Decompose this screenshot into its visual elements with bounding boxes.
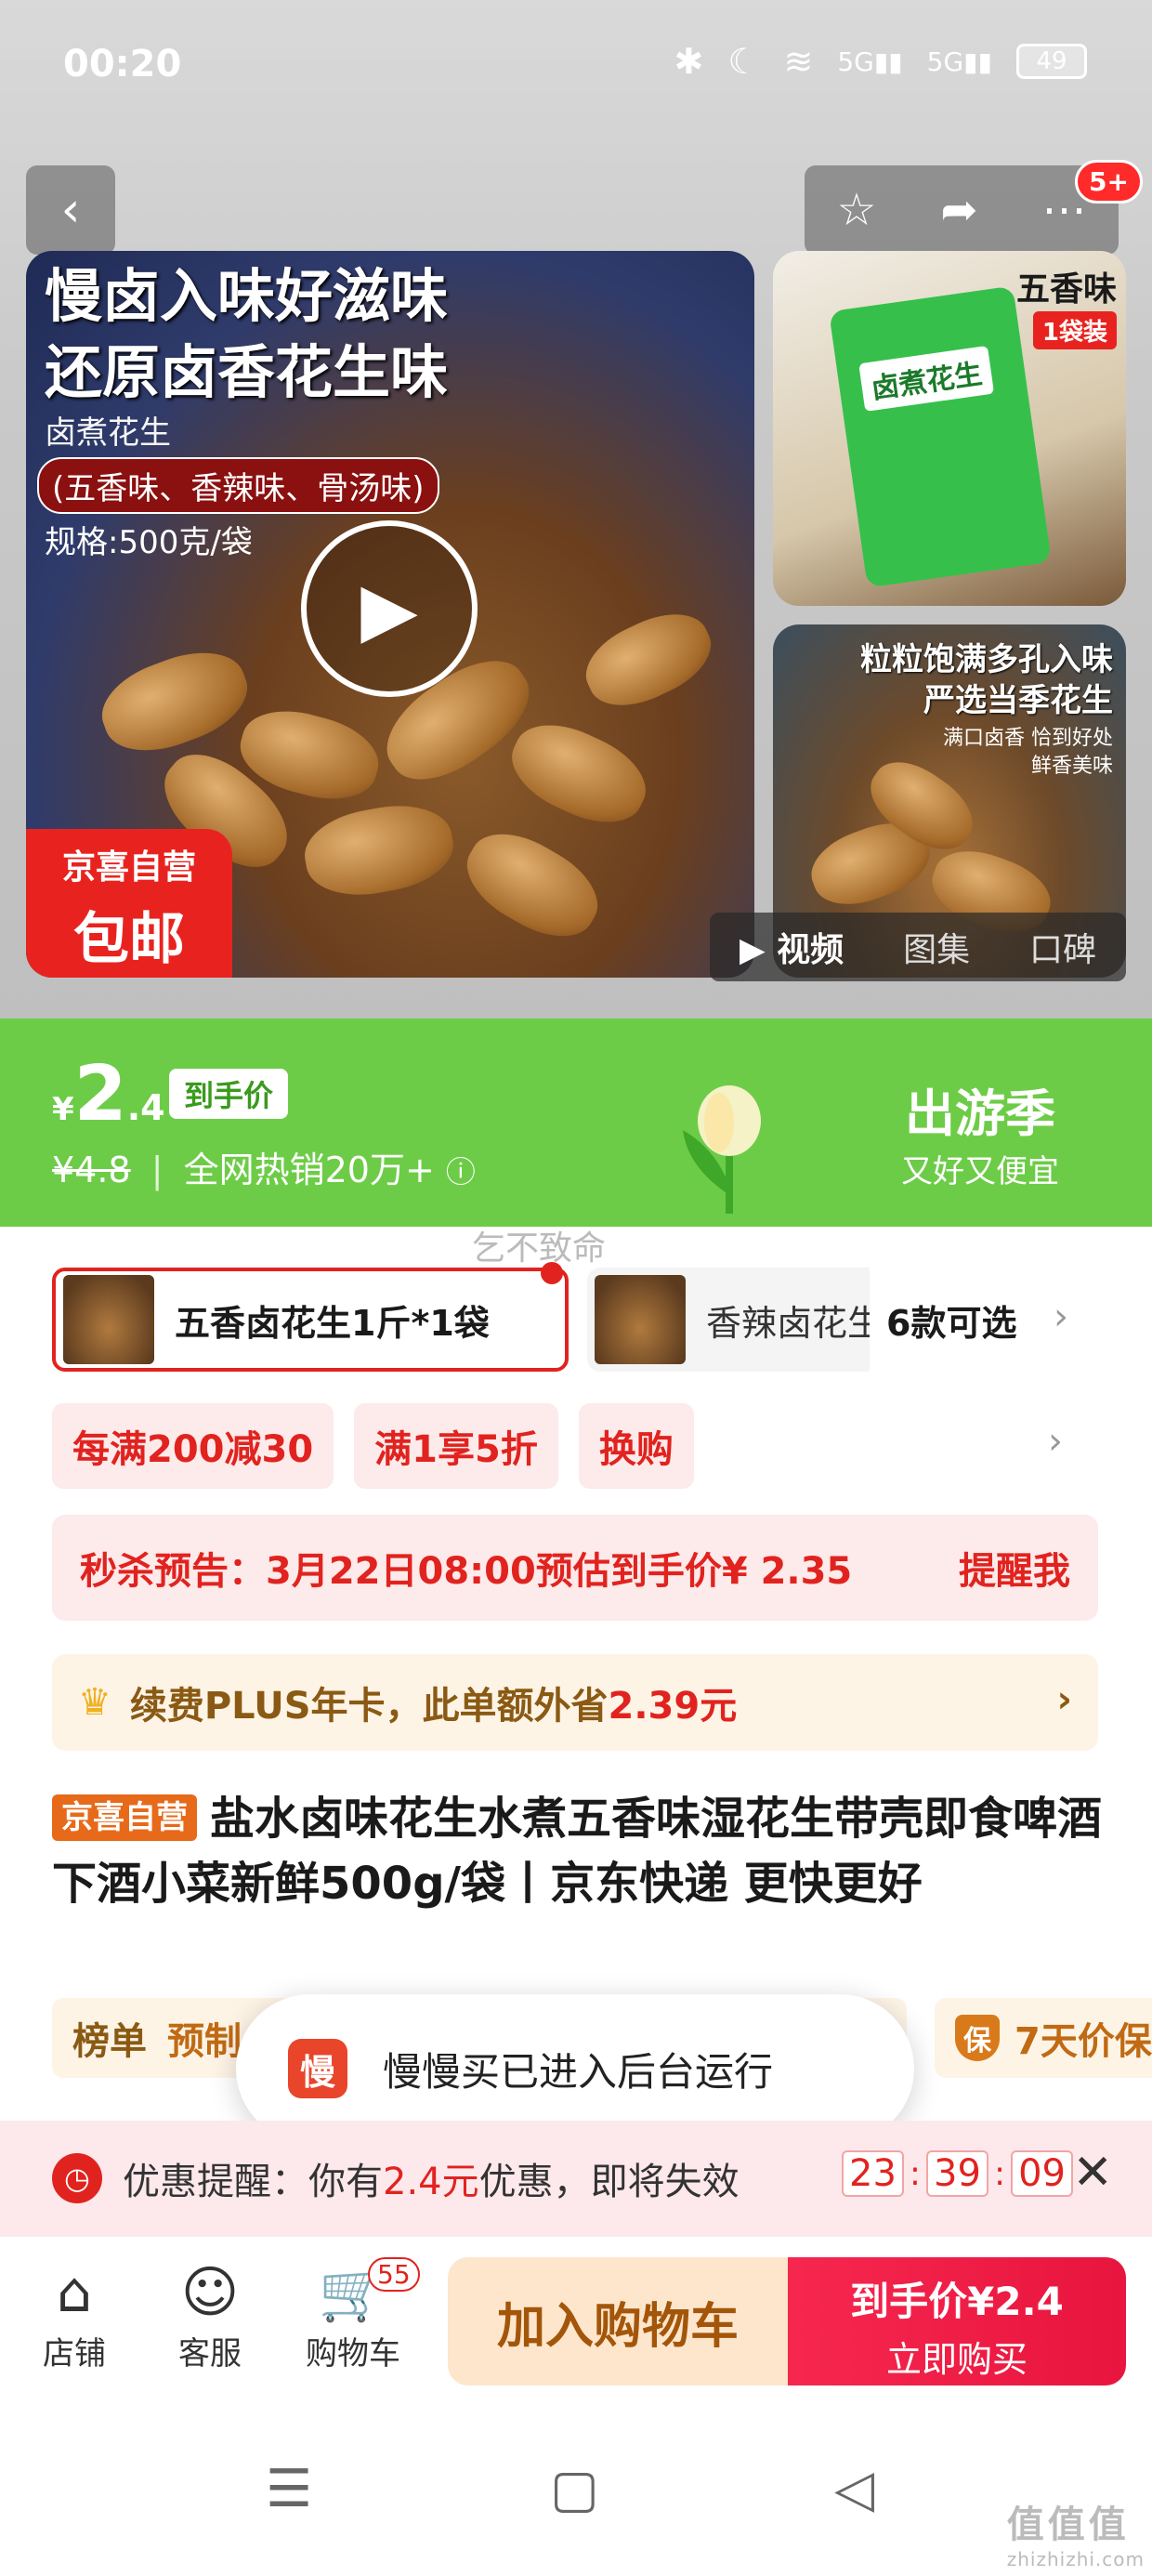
- seckill-preview: 秒杀预告：3月22日08:00预估到手价¥ 2.35 提醒我: [52, 1515, 1098, 1621]
- self-operated-tag: 京喜自营: [52, 1794, 197, 1841]
- share-icon[interactable]: ➦: [940, 184, 977, 236]
- promo-tag: 换购: [578, 1403, 694, 1489]
- shield-icon: 保: [955, 2015, 1000, 2061]
- season-promo[interactable]: 出游季 又好又便宜: [901, 1072, 1059, 1191]
- price-banner: ¥2.4 到手价 ¥4.8 | 全网热销20万+ ⓘ 出游季 又好又便宜: [0, 1019, 1152, 1227]
- sales-count: 全网热销20万+: [183, 1150, 435, 1190]
- media-tabs: ▶ 视频 图集 口碑: [710, 913, 1126, 981]
- buy-now-button[interactable]: 到手价¥2.4 立即购买: [788, 2257, 1126, 2385]
- product-title: 京喜自营 盐水卤味花生水煮五香味湿花生带壳即食啤酒下酒小菜新鲜500g/袋丨京东快…: [52, 1793, 1103, 1910]
- add-to-cart-button[interactable]: 加入购物车: [448, 2257, 788, 2385]
- bluetooth-icon: ✱: [674, 41, 704, 82]
- chevron-right-icon[interactable]: ›: [1048, 1420, 1063, 1463]
- chevron-right-icon: ›: [1054, 1295, 1068, 1338]
- tulip-decoration: [683, 1085, 761, 1214]
- message-badge: 5+: [1075, 160, 1143, 204]
- more-specs-button[interactable]: 6款可选: [870, 1268, 1017, 1372]
- status-time: 00:20: [63, 43, 182, 85]
- jx-free-shipping-badge: 京喜自营 包邮: [26, 829, 232, 978]
- thumbnail-2-line3: 满口卤香 恰到好处 鲜香美味: [943, 727, 1113, 778]
- close-icon[interactable]: ✕: [1072, 2145, 1113, 2201]
- main-product-image[interactable]: 慢卤入味好滋味 还原卤香花生味 卤煮花生 (五香味、香辣味、骨汤味) 规格:50…: [26, 251, 754, 978]
- peanut-graphic: [573, 598, 724, 721]
- tab-video[interactable]: ▶ 视频: [740, 923, 844, 971]
- thumbnail-2-line1: 粒粒饱满多孔入味: [860, 641, 1113, 678]
- cart-count-badge: 55: [368, 2257, 420, 2292]
- coupon-reminder[interactable]: ◷ 优惠提醒：你有 2.4元 优惠，即将失效 23: 39: 09 ✕: [0, 2121, 1152, 2236]
- spec-option[interactable]: 香辣卤花生: [587, 1268, 899, 1372]
- spec-option-selected[interactable]: 五香卤花生1斤*1袋: [52, 1262, 569, 1372]
- remind-me-button[interactable]: 提醒我: [959, 1541, 1070, 1595]
- thumbnail-1[interactable]: 卤煮花生 五香味 1袋装: [773, 251, 1126, 606]
- system-navigation-bar: ☰ ▢ ◁ 值值值 zhizhizhi.com: [0, 2401, 1152, 2576]
- play-icon: ▶: [360, 565, 418, 652]
- promo-tag: 满1享5折: [354, 1403, 558, 1489]
- chevron-left-icon: ‹: [60, 182, 81, 238]
- price-protection-tag[interactable]: 保 7天价保: [935, 1998, 1152, 2078]
- tab-gallery[interactable]: 图集: [903, 923, 970, 971]
- thumbnail-1-label: 五香味 1袋装: [1016, 262, 1117, 349]
- current-price: ¥2.4: [52, 1050, 165, 1138]
- star-icon[interactable]: ☆: [836, 184, 876, 236]
- customer-service-button[interactable]: ☺ 客服: [145, 2257, 275, 2373]
- moon-icon: ☾: [727, 41, 760, 82]
- original-price: ¥4.8: [52, 1150, 131, 1190]
- info-icon[interactable]: ⓘ: [446, 1154, 476, 1189]
- spec-selector: 五香卤花生1斤*1袋 香辣卤花生 6款可选 ›: [52, 1262, 1120, 1372]
- menu-icon[interactable]: ☰: [266, 2459, 312, 2519]
- plus-renewal-banner[interactable]: ♛ 续费PLUS年卡，此单额外省 2.39元 ›: [52, 1654, 1098, 1751]
- status-icons: ✱ ☾ ≋ 5G▮▮ 5G▮▮ 49: [674, 41, 1087, 82]
- wifi-icon: ≋: [783, 41, 814, 82]
- site-watermark: 值值值 zhizhizhi.com: [1006, 2504, 1145, 2570]
- bottom-action-bar: ⌂ 店铺 ☺ 客服 🛒 55 购物车 加入购物车 到手价¥2.4 立即购买: [0, 2236, 1152, 2401]
- clock-icon: ◷: [52, 2153, 102, 2203]
- spec-thumbnail: [63, 1275, 154, 1364]
- back-triangle-icon[interactable]: ◁: [834, 2459, 874, 2519]
- smiley-icon: ☺: [180, 2260, 240, 2325]
- store-icon: ⌂: [56, 2260, 93, 2325]
- promotion-tags[interactable]: 每满200减30 满1享5折 换购: [52, 1403, 694, 1489]
- peanut-graphic: [499, 708, 659, 839]
- promo-tag: 每满200减30: [52, 1403, 334, 1489]
- tab-reviews[interactable]: 口碑: [1029, 923, 1096, 971]
- main-image-subtitle: 卤煮花生: [45, 414, 171, 452]
- battery-icon: 49: [1016, 44, 1087, 79]
- countdown-timer: 23: 39: 09: [842, 2150, 1073, 2197]
- flavor-label: (五香味、香辣味、骨汤味): [37, 457, 439, 514]
- back-button[interactable]: ‹: [26, 165, 115, 255]
- signal-icon: 5G▮▮: [837, 46, 903, 77]
- main-image-title: 慢卤入味好滋味 还原卤香花生味: [45, 262, 449, 406]
- top-action-group: ☆ ➦ ⋯: [805, 165, 1119, 255]
- spec-thumbnail: [595, 1275, 686, 1364]
- signal-icon-2: 5G▮▮: [926, 46, 992, 77]
- home-icon[interactable]: ▢: [550, 2459, 599, 2519]
- chevron-right-icon: ›: [1056, 1678, 1072, 1721]
- peanut-graphic: [298, 795, 460, 905]
- store-button[interactable]: ⌂ 店铺: [9, 2257, 139, 2373]
- final-price-tag: 到手价: [169, 1069, 289, 1119]
- price-meta[interactable]: ¥4.8 | 全网热销20万+ ⓘ: [52, 1141, 476, 1192]
- peanut-graphic: [90, 637, 259, 767]
- status-bar: 00:20 ✱ ☾ ≋ 5G▮▮ 5G▮▮ 49: [0, 0, 1152, 139]
- crown-icon: ♛: [78, 1681, 111, 1724]
- play-video-button[interactable]: ▶: [301, 520, 478, 697]
- watermark: 乞不致命: [472, 1229, 607, 1268]
- peanut-graphic: [452, 816, 613, 954]
- spec-label: 规格:500克/袋: [45, 524, 253, 561]
- app-icon: 慢: [288, 2039, 347, 2098]
- thumbnail-2-line2: 严选当季花生: [923, 682, 1113, 719]
- selected-dot: [541, 1262, 563, 1284]
- product-gallery[interactable]: 00:20 ✱ ☾ ≋ 5G▮▮ 5G▮▮ 49 ‹ ☆ ➦ ⋯ 5+ 慢卤入味…: [0, 0, 1152, 1019]
- cart-button[interactable]: 🛒 55 购物车: [288, 2257, 420, 2373]
